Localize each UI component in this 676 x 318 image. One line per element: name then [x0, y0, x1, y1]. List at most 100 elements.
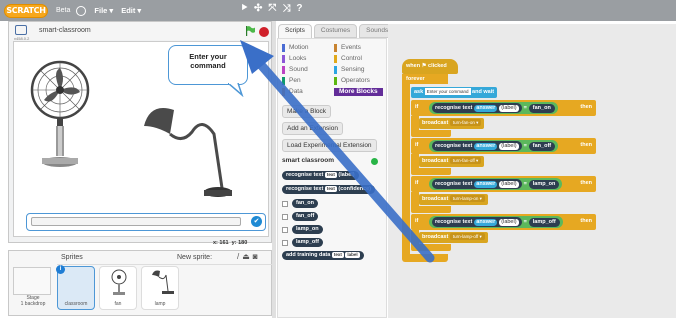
- sprite-thumb-fan[interactable]: fan: [99, 266, 137, 310]
- if-then-block[interactable]: if recognise text answer (label) = fan_off the…: [411, 138, 596, 154]
- answer-reporter[interactable]: answer: [474, 104, 498, 112]
- add-extension-button[interactable]: Add an Extension: [282, 122, 343, 135]
- bubble-tail: [228, 83, 244, 97]
- add-training-data-block[interactable]: add training data text label: [282, 251, 364, 260]
- stage-thumbnail[interactable]: Stage 1 backdrop: [13, 267, 53, 311]
- recognise-confidence-block[interactable]: recognise text text (confidence): [282, 185, 376, 194]
- label-checkbox[interactable]: [282, 201, 288, 207]
- recognise-text-block[interactable]: recognise text answer (label): [432, 217, 522, 227]
- category-pen[interactable]: Pen: [282, 77, 301, 85]
- answer-reporter[interactable]: answer: [474, 180, 498, 188]
- then-label: then: [580, 180, 592, 186]
- edit-menu[interactable]: Edit ▾: [121, 6, 141, 15]
- ask-prompt[interactable]: Enter your command: [424, 88, 471, 95]
- recognise-label-block[interactable]: recognise text text (label): [282, 171, 359, 180]
- category-more-blocks[interactable]: More Blocks: [334, 88, 383, 96]
- presentation-mode-icon[interactable]: [15, 25, 27, 35]
- globe-icon[interactable]: [76, 5, 87, 16]
- broadcast-message-3[interactable]: turn-lamp-off ▾: [449, 233, 485, 240]
- mouse-y: 180: [238, 240, 248, 246]
- sprite-thumb-classroom[interactable]: i classroom: [56, 265, 95, 310]
- if-label: if: [415, 104, 419, 110]
- broadcast-block[interactable]: broadcast turn-fan-on ▾: [419, 118, 485, 129]
- label-value-2[interactable]: lamp_on: [528, 179, 560, 189]
- label-value-0[interactable]: fan_on: [528, 103, 555, 113]
- if-block-bottom: [411, 206, 451, 213]
- speech-bubble: Enter your command: [168, 45, 248, 85]
- label-value-3[interactable]: lamp_off: [528, 217, 560, 227]
- fan-sprite[interactable]: [30, 60, 90, 170]
- label-value-1[interactable]: fan_off: [528, 141, 556, 151]
- category-control[interactable]: Control: [334, 55, 362, 63]
- delete-icon[interactable]: ✣: [254, 3, 262, 14]
- broadcast-block[interactable]: broadcast turn-lamp-off ▾: [419, 232, 488, 243]
- submit-check-icon[interactable]: ✔: [251, 216, 262, 227]
- category-sound[interactable]: Sound: [282, 66, 308, 74]
- pane-divider[interactable]: [272, 21, 276, 318]
- make-block-button[interactable]: Make a Block: [282, 105, 332, 118]
- stage-canvas[interactable]: Enter your command ✔: [13, 41, 269, 237]
- file-menu[interactable]: File ▾: [94, 6, 113, 15]
- speech-line-1: Enter your: [189, 52, 227, 61]
- info-icon[interactable]: i: [56, 265, 65, 274]
- if-then-block[interactable]: if recognise text answer (label) = fan_on then: [411, 100, 596, 116]
- broadcast-block[interactable]: broadcast turn-lamp-on ▾: [419, 194, 488, 205]
- shrink-icon[interactable]: ⤨: [282, 3, 290, 14]
- category-motion[interactable]: Motion: [282, 44, 309, 52]
- lamp-sprite[interactable]: [142, 104, 232, 204]
- then-label: then: [580, 142, 592, 148]
- if-then-block[interactable]: if recognise text answer (label) = lamp_on the…: [411, 176, 596, 192]
- broadcast-block[interactable]: broadcast turn-fan-off ▾: [419, 156, 485, 167]
- broadcast-message-1[interactable]: turn-fan-off ▾: [449, 157, 482, 164]
- equals-operator[interactable]: recognise text answer (label) = lamp_off: [429, 216, 563, 228]
- green-flag-icon[interactable]: [245, 26, 255, 36]
- forever-block[interactable]: forever: [402, 74, 448, 84]
- category-sensing[interactable]: Sensing: [334, 66, 365, 74]
- if-label: if: [415, 218, 419, 224]
- help-icon[interactable]: ?: [296, 3, 302, 14]
- grow-icon[interactable]: ⤧: [268, 3, 276, 14]
- label-lamp-off[interactable]: lamp_off: [292, 238, 323, 247]
- project-title[interactable]: smart-classroom: [39, 27, 91, 34]
- duplicate-icon[interactable]: ⯈: [240, 3, 248, 14]
- stop-icon[interactable]: [259, 27, 269, 37]
- tab-scripts[interactable]: Scripts: [278, 24, 312, 38]
- label-checkbox[interactable]: [282, 240, 288, 246]
- lamp-thumb-icon: [152, 270, 174, 294]
- equals-operator[interactable]: recognise text answer (label) = lamp_on: [429, 178, 563, 190]
- category-operators[interactable]: Operators: [334, 77, 370, 85]
- block-palette: Motion Events Looks Control Sound Sensin…: [277, 38, 387, 318]
- answer-input[interactable]: [31, 217, 241, 226]
- label-fan-off[interactable]: fan_off: [292, 212, 319, 221]
- broadcast-message-0[interactable]: turn-fan-on ▾: [449, 119, 482, 126]
- upload-sprite-icon[interactable]: ⏏: [242, 252, 253, 261]
- broadcast-message-2[interactable]: turn-lamp-on ▾: [449, 195, 485, 202]
- recognise-text-block[interactable]: recognise text answer (label): [432, 103, 522, 113]
- label-checkbox[interactable]: [282, 214, 288, 220]
- camera-sprite-icon[interactable]: ◙: [253, 252, 261, 261]
- tab-costumes[interactable]: Costumes: [313, 24, 358, 38]
- menubar: SCRATCH Beta File ▾ Edit ▾ ⯈ ✣ ⤧ ⤨ ?: [0, 0, 676, 21]
- speech-line-2: command: [190, 61, 226, 70]
- label-fan-on[interactable]: fan_on: [292, 199, 319, 208]
- fan-thumb-icon: [111, 269, 127, 295]
- if-then-block[interactable]: if recognise text answer (label) = lamp_off th…: [411, 214, 596, 230]
- equals-operator[interactable]: recognise text answer (label) = fan_on: [429, 102, 558, 114]
- load-experimental-extension-button[interactable]: Load Experimental Extension: [282, 139, 377, 152]
- when-flag-clicked-block[interactable]: when ⚑ clicked: [402, 59, 458, 74]
- category-looks[interactable]: Looks: [282, 55, 306, 63]
- recognise-text-block[interactable]: recognise text answer (label): [432, 141, 522, 151]
- answer-reporter[interactable]: answer: [474, 142, 498, 150]
- label-checkbox[interactable]: [282, 227, 288, 233]
- scratch-logo[interactable]: SCRATCH: [4, 3, 48, 18]
- category-data[interactable]: Data: [282, 88, 303, 96]
- equals-operator[interactable]: recognise text answer (label) = fan_off: [429, 140, 559, 152]
- recognise-text-block[interactable]: recognise text answer (label): [432, 179, 522, 189]
- sprite-thumb-lamp[interactable]: lamp: [141, 266, 179, 310]
- ask-and-wait-block[interactable]: ask Enter your command and wait: [411, 87, 498, 98]
- forever-block-bottom: [402, 254, 448, 262]
- if-block-side: [411, 230, 419, 244]
- label-lamp-on[interactable]: lamp_on: [292, 225, 323, 234]
- category-events[interactable]: Events: [334, 44, 361, 52]
- answer-reporter[interactable]: answer: [474, 218, 498, 226]
